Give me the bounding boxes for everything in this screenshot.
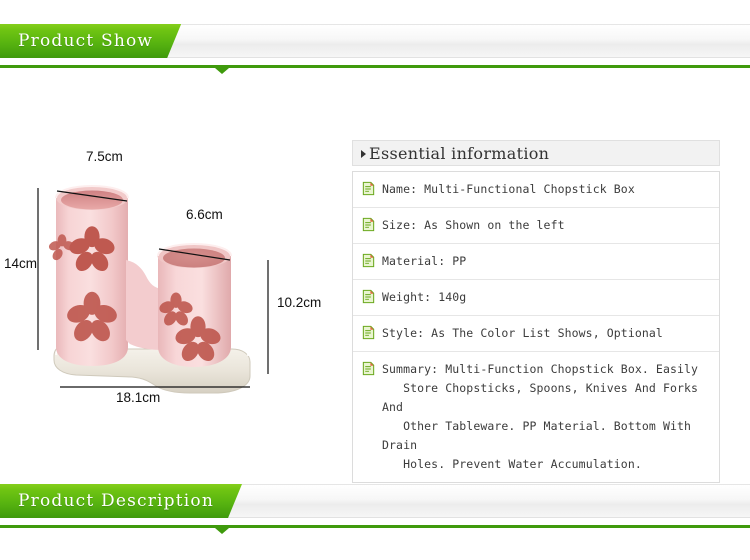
panel-header[interactable]: Essential information <box>352 140 720 166</box>
note-icon <box>361 361 376 376</box>
spec-row-text: Size: As Shown on the left <box>382 218 565 232</box>
caret-down-marker-icon <box>215 528 229 534</box>
banner-tab-product-show[interactable]: Product Show <box>0 24 181 58</box>
spec-row-text: Weight: 140g <box>382 290 467 304</box>
spec-row-weight: Weight: 140g <box>353 280 719 316</box>
panel-header-title: Essential information <box>369 143 550 163</box>
section-banner-product-show: Product Show <box>0 10 750 74</box>
caret-right-icon <box>361 150 366 158</box>
product-detail-page: Product Show 7.5cm 6.6cm 14cm 10.2cm 18.… <box>0 0 750 560</box>
spec-row-text: Material: PP <box>382 254 467 268</box>
spec-row-style: Style: As The Color List Shows, Optional <box>353 316 719 352</box>
product-middle-saddle <box>126 260 162 350</box>
note-icon <box>361 217 376 232</box>
banner-underline <box>0 65 750 68</box>
product-image-with-dimensions: 7.5cm 6.6cm 14cm 10.2cm 18.1cm <box>0 149 340 420</box>
note-icon <box>361 289 376 304</box>
note-icon <box>361 181 376 196</box>
banner-tab-product-description[interactable]: Product Description <box>0 484 242 518</box>
spec-list: Name: Multi-Functional Chopstick Box Siz… <box>352 171 720 483</box>
product-left-compartment <box>48 184 129 366</box>
dimension-label-right-height: 10.2cm <box>277 295 322 310</box>
section-banner-product-description: Product Description <box>0 470 750 534</box>
note-icon <box>361 253 376 268</box>
banner-title: Product Description <box>18 491 215 511</box>
spec-row-name: Name: Multi-Functional Chopstick Box <box>353 172 719 208</box>
spec-row-size: Size: As Shown on the left <box>353 208 719 244</box>
spec-row-text: Name: Multi-Functional Chopstick Box <box>382 182 635 196</box>
spec-row-material: Material: PP <box>353 244 719 280</box>
dimension-label-top-left-width: 7.5cm <box>86 149 123 164</box>
banner-underline <box>0 525 750 528</box>
dimension-label-top-right-width: 6.6cm <box>186 207 223 222</box>
spec-row-text: Summary: Multi-Function Chopstick Box. E… <box>382 362 699 471</box>
essential-information-panel: Essential information Name: Multi-Functi… <box>352 140 720 483</box>
dimension-label-overall-width: 18.1cm <box>116 390 161 405</box>
product-right-compartment <box>157 242 232 367</box>
note-icon <box>361 325 376 340</box>
product-figure-svg <box>37 184 269 394</box>
banner-title: Product Show <box>18 31 154 51</box>
dimension-label-overall-height: 14cm <box>4 256 38 271</box>
spec-row-summary: Summary: Multi-Function Chopstick Box. E… <box>353 352 719 482</box>
spec-row-text: Style: As The Color List Shows, Optional <box>382 326 663 340</box>
caret-down-marker-icon <box>215 68 229 74</box>
